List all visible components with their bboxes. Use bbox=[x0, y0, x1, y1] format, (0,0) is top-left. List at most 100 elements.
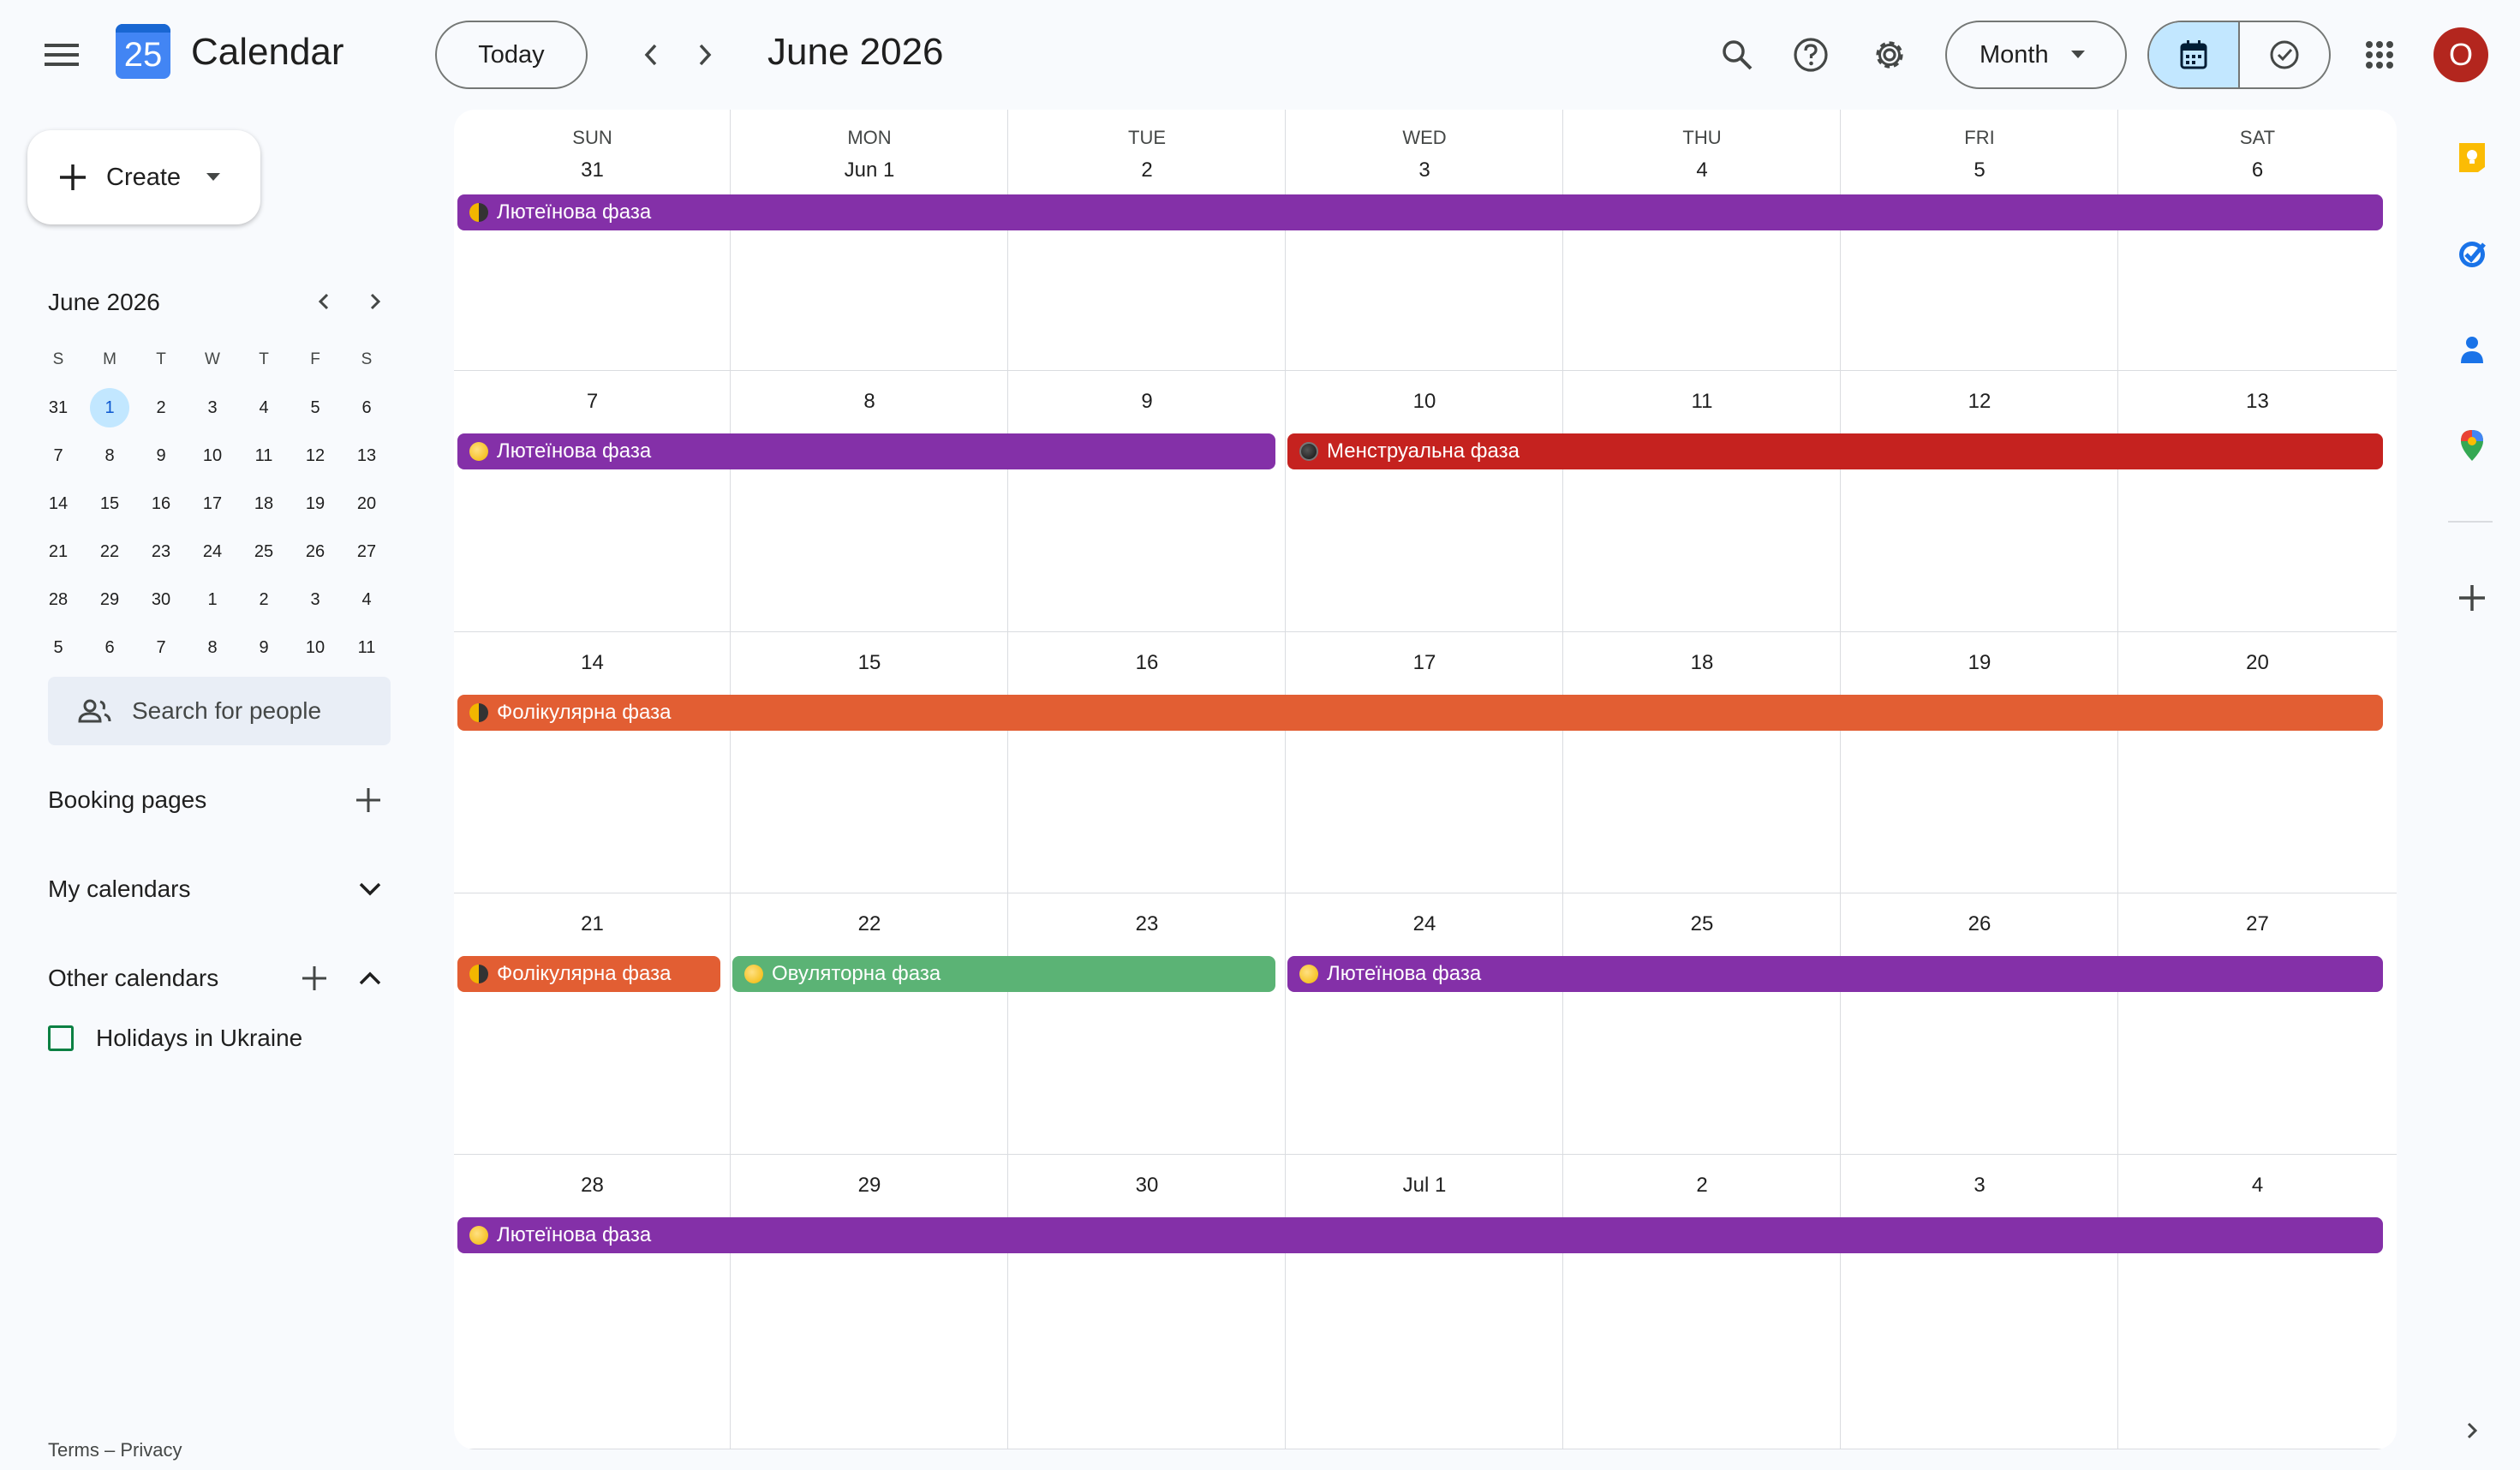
mini-calendar-day[interactable]: 2 bbox=[135, 384, 187, 432]
google-apps-button[interactable] bbox=[2354, 31, 2405, 79]
mini-calendar-day[interactable]: 3 bbox=[290, 576, 341, 624]
calendar-view-toggle[interactable] bbox=[2149, 22, 2238, 87]
tasks-button[interactable] bbox=[2451, 233, 2493, 274]
event-chip[interactable]: Овуляторна фаза bbox=[732, 956, 1275, 992]
contacts-button[interactable] bbox=[2451, 329, 2493, 370]
event-chip[interactable]: Фолікулярна фаза bbox=[457, 695, 2383, 731]
mini-calendar-day[interactable]: 13 bbox=[341, 432, 392, 480]
settings-button[interactable] bbox=[1864, 31, 1915, 79]
day-number[interactable]: 12 bbox=[1841, 390, 2118, 414]
day-cell[interactable] bbox=[2118, 1155, 2397, 1449]
day-number[interactable]: 2 bbox=[1563, 1174, 1841, 1198]
day-number[interactable]: 28 bbox=[454, 1174, 731, 1198]
support-button[interactable] bbox=[1785, 31, 1836, 79]
mini-calendar-day[interactable]: 2 bbox=[238, 576, 290, 624]
other-calendars-collapse-button[interactable] bbox=[353, 961, 387, 995]
my-calendars-expand-button[interactable] bbox=[353, 872, 387, 906]
day-number[interactable]: 15 bbox=[731, 651, 1008, 675]
mini-calendar-day[interactable]: 16 bbox=[135, 480, 187, 528]
day-number[interactable]: 5 bbox=[1841, 158, 2118, 182]
mini-calendar-day[interactable]: 3 bbox=[187, 384, 238, 432]
mini-calendar-day[interactable]: 1 bbox=[187, 576, 238, 624]
terms-privacy-links[interactable]: Terms – Privacy bbox=[48, 1439, 182, 1461]
mini-calendar-day[interactable]: 24 bbox=[187, 528, 238, 576]
mini-calendar-day[interactable]: 23 bbox=[135, 528, 187, 576]
view-select[interactable]: Month bbox=[1945, 21, 2127, 89]
mini-calendar-day[interactable]: 30 bbox=[135, 576, 187, 624]
mini-calendar-day[interactable]: 7 bbox=[135, 624, 187, 672]
holidays-in-ukraine-checkbox[interactable] bbox=[48, 1025, 74, 1051]
mini-calendar-day[interactable]: 18 bbox=[238, 480, 290, 528]
day-number[interactable]: 8 bbox=[731, 390, 1008, 414]
other-calendars-label[interactable]: Other calendars bbox=[48, 965, 218, 992]
day-number[interactable]: 13 bbox=[2118, 390, 2397, 414]
day-number[interactable]: 16 bbox=[1008, 651, 1286, 675]
day-number[interactable]: 27 bbox=[2118, 912, 2397, 936]
day-number[interactable]: Jun 1 bbox=[731, 158, 1008, 182]
day-number[interactable]: 29 bbox=[731, 1174, 1008, 1198]
previous-period-button[interactable] bbox=[630, 34, 672, 75]
day-number[interactable]: 21 bbox=[454, 912, 731, 936]
mini-calendar-day[interactable]: 26 bbox=[290, 528, 341, 576]
day-number[interactable]: 30 bbox=[1008, 1174, 1286, 1198]
day-cell[interactable] bbox=[1841, 1155, 2118, 1449]
mini-calendar-day[interactable]: 28 bbox=[33, 576, 84, 624]
main-menu-button[interactable] bbox=[34, 29, 89, 81]
day-cell[interactable] bbox=[1286, 1155, 1563, 1449]
mini-calendar-day[interactable]: 9 bbox=[238, 624, 290, 672]
mini-calendar-day[interactable]: 29 bbox=[84, 576, 135, 624]
mini-calendar-day[interactable]: 15 bbox=[84, 480, 135, 528]
event-chip[interactable]: Лютеїнова фаза bbox=[457, 1217, 2383, 1253]
event-chip[interactable]: Менструальна фаза bbox=[1287, 433, 2383, 469]
holidays-in-ukraine-label[interactable]: Holidays in Ukraine bbox=[96, 1025, 302, 1052]
event-chip[interactable]: Фолікулярна фаза bbox=[457, 956, 720, 992]
day-number[interactable]: 3 bbox=[1286, 158, 1563, 182]
day-number[interactable]: 26 bbox=[1841, 912, 2118, 936]
mini-calendar-day[interactable]: 11 bbox=[238, 432, 290, 480]
mini-calendar-day[interactable]: 10 bbox=[187, 432, 238, 480]
day-number[interactable]: 25 bbox=[1563, 912, 1841, 936]
mini-calendar-day[interactable]: 20 bbox=[341, 480, 392, 528]
keep-button[interactable] bbox=[2451, 137, 2493, 178]
mini-calendar-day[interactable]: 11 bbox=[341, 624, 392, 672]
day-cell[interactable] bbox=[454, 1155, 731, 1449]
mini-calendar-day[interactable]: 6 bbox=[84, 624, 135, 672]
search-people-input[interactable]: Search for people bbox=[48, 677, 391, 745]
day-number[interactable]: 4 bbox=[1563, 158, 1841, 182]
day-number[interactable]: 10 bbox=[1286, 390, 1563, 414]
mini-calendar-day[interactable]: 5 bbox=[290, 384, 341, 432]
mini-calendar-prev-button[interactable] bbox=[307, 284, 341, 319]
event-chip[interactable]: Лютеїнова фаза bbox=[457, 194, 2383, 230]
mini-calendar-day[interactable]: 21 bbox=[33, 528, 84, 576]
mini-calendar-day[interactable]: 10 bbox=[290, 624, 341, 672]
mini-calendar-day[interactable]: 5 bbox=[33, 624, 84, 672]
mini-calendar-day[interactable]: 1 bbox=[84, 384, 135, 432]
mini-calendar-day[interactable]: 7 bbox=[33, 432, 84, 480]
mini-calendar-day[interactable]: 17 bbox=[187, 480, 238, 528]
get-addons-button[interactable] bbox=[2451, 577, 2493, 618]
day-number[interactable]: 14 bbox=[454, 651, 731, 675]
mini-calendar-day[interactable]: 22 bbox=[84, 528, 135, 576]
my-calendars-label[interactable]: My calendars bbox=[48, 875, 191, 903]
day-number[interactable]: 18 bbox=[1563, 651, 1841, 675]
day-cell[interactable] bbox=[731, 1155, 1008, 1449]
mini-calendar-day[interactable]: 6 bbox=[341, 384, 392, 432]
day-number[interactable]: 20 bbox=[2118, 651, 2397, 675]
day-number[interactable]: 7 bbox=[454, 390, 731, 414]
tasks-view-toggle[interactable] bbox=[2238, 22, 2329, 87]
day-number[interactable]: 19 bbox=[1841, 651, 2118, 675]
event-chip[interactable]: Лютеїнова фаза bbox=[1287, 956, 2383, 992]
add-other-calendar-button[interactable] bbox=[297, 961, 331, 995]
day-number[interactable]: Jul 1 bbox=[1286, 1174, 1563, 1198]
mini-calendar-next-button[interactable] bbox=[358, 284, 392, 319]
day-number[interactable]: 11 bbox=[1563, 390, 1841, 414]
mini-calendar-day[interactable]: 4 bbox=[238, 384, 290, 432]
day-number[interactable]: 22 bbox=[731, 912, 1008, 936]
day-cell[interactable] bbox=[1563, 1155, 1841, 1449]
day-number[interactable]: 2 bbox=[1008, 158, 1286, 182]
mini-calendar-day[interactable]: 9 bbox=[135, 432, 187, 480]
mini-calendar-day[interactable]: 31 bbox=[33, 384, 84, 432]
show-side-panel-button[interactable] bbox=[2455, 1413, 2489, 1448]
day-number[interactable]: 3 bbox=[1841, 1174, 2118, 1198]
day-number[interactable]: 24 bbox=[1286, 912, 1563, 936]
